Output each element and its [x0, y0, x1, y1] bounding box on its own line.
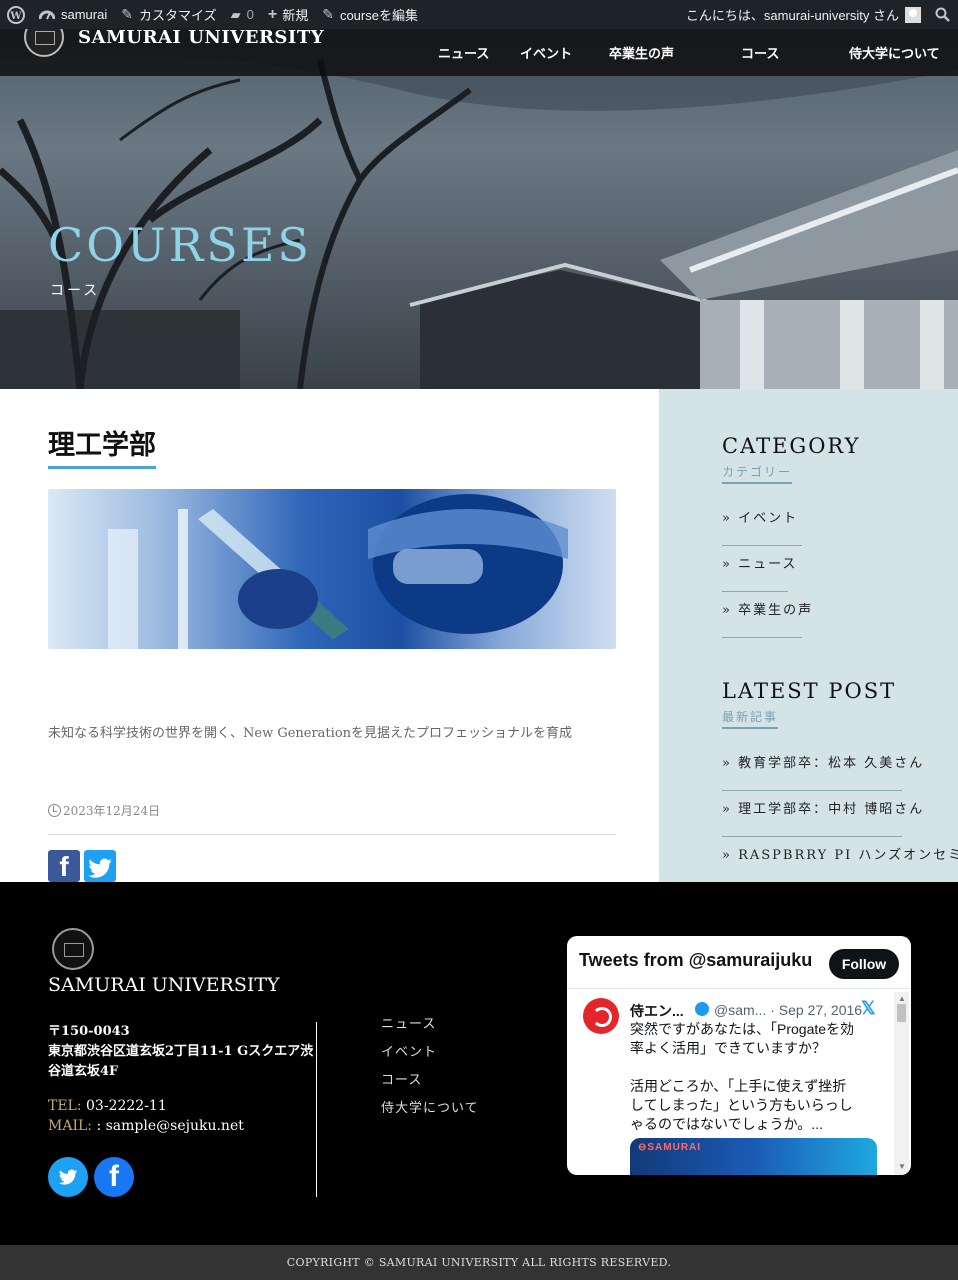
admin-new-label: 新規	[282, 8, 309, 23]
facebook-icon: f	[59, 851, 69, 882]
twitter-share-button[interactable]	[84, 850, 116, 882]
admin-edit-label: courseを編集	[339, 8, 418, 23]
search-icon	[935, 7, 950, 22]
copyright-bar: COPYRIGHT © SAMURAI UNIVERSITY ALL RIGHT…	[0, 1245, 958, 1280]
nav-item-label: コース	[741, 46, 780, 61]
scroll-down-icon[interactable]: ▼	[898, 1162, 906, 1171]
facebook-icon: f	[109, 1160, 119, 1193]
footer-address: 〒150-0043 東京都渋谷区道玄坂2丁目11-1 Gスクエア渋谷道玄坂4F	[48, 1022, 316, 1082]
admin-site-link[interactable]: samurai	[32, 0, 114, 29]
latest-post-subtitle: 最新記事	[722, 708, 779, 729]
comment-icon: ▰	[230, 6, 241, 22]
dashboard-icon	[39, 10, 55, 19]
admin-customize-link[interactable]: ✎ カスタマイズ	[114, 0, 223, 29]
tweet-author-avatar[interactable]	[583, 998, 619, 1034]
latest-post-link[interactable]: » 理工学部卒：中村 博昭さん	[722, 791, 922, 837]
nav-item-label: ニュース	[438, 46, 490, 61]
footer-postal-code: 〒150-0043	[48, 1024, 130, 1039]
twitter-follow-button[interactable]: Follow	[829, 949, 899, 979]
admin-comments-count: 0	[246, 7, 254, 22]
twitter-timeline-widget: Tweets from @samuraijuku Follow 侍エン... @…	[567, 936, 911, 1175]
divider	[48, 834, 616, 835]
footer-tel-label: TEL:	[48, 1098, 82, 1114]
footer-mail-value: : sample@sejuku.net	[92, 1118, 244, 1134]
footer-logo-emblem-icon	[52, 928, 94, 970]
twitter-widget-scrollbar[interactable]: ▲ ▼	[894, 992, 909, 1175]
category-link-event[interactable]: » イベント	[722, 500, 802, 546]
footer-mail: MAIL: : sample@sejuku.net	[48, 1118, 244, 1134]
tweet-text: 突然ですがあなたは、「Progateを効率よく活用」できていますか？ 活用どころ…	[630, 1021, 855, 1132]
article-date-text: 2023年12月24日	[63, 804, 161, 818]
category-link-graduates[interactable]: » 卒業生の声	[722, 592, 811, 638]
hero-subtitle: コース	[50, 282, 101, 298]
twitter-widget-header: Tweets from @samuraijuku	[579, 950, 813, 970]
verified-badge-icon	[695, 1002, 709, 1016]
divider	[567, 988, 911, 989]
category-link-news[interactable]: » ニュース	[722, 546, 795, 592]
footer-street-address: 東京都渋谷区道玄坂2丁目11-1 Gスクエア渋谷道玄坂4F	[48, 1044, 314, 1079]
admin-new-link[interactable]: + 新規	[261, 0, 315, 29]
latest-post-link[interactable]: » 教育学部卒：松本 久美さん	[722, 745, 922, 791]
article-date: 2023年12月24日	[48, 802, 160, 819]
clock-icon	[48, 804, 61, 817]
footer-tel: TEL: 03-2222-11	[48, 1098, 167, 1114]
footer-link-event[interactable]: イベント	[381, 1041, 479, 1069]
footer-facebook-button[interactable]: f	[94, 1157, 134, 1197]
article-title: 理工学部	[48, 423, 156, 469]
tweet-author-handle[interactable]: @sam... · Sep 27, 2016	[714, 1002, 862, 1018]
footer-logo-text: SAMURAI UNIVERSITY	[48, 974, 280, 996]
admin-search-button[interactable]	[928, 0, 958, 29]
nav-item-label: イベント	[520, 46, 573, 61]
footer-tel-value: 03-2222-11	[81, 1098, 167, 1114]
svg-text:W: W	[9, 11, 22, 22]
footer-link-courses[interactable]: コース	[381, 1069, 479, 1097]
footer-twitter-button[interactable]	[48, 1157, 88, 1197]
footer-nav: ニュース イベント コース 侍大学について	[381, 1013, 479, 1125]
admin-account-menu[interactable]: こんにちは、samurai-university さん	[679, 0, 928, 29]
category-title: CATEGORY	[722, 434, 861, 458]
footer-link-about[interactable]: 侍大学について	[381, 1097, 479, 1125]
admin-site-name: samurai	[61, 7, 108, 22]
admin-comments-link[interactable]: ▰ 0	[224, 0, 261, 29]
tweet-card-brand: ⊖SAMURAI	[638, 1142, 702, 1153]
avatar	[905, 6, 921, 23]
plus-icon: +	[267, 5, 278, 23]
wordpress-logo-icon[interactable]: W	[0, 0, 32, 29]
admin-greeting: こんにちは、samurai-university さん	[685, 8, 899, 23]
pencil-icon: ✎	[322, 6, 334, 22]
footer-mail-label: MAIL:	[48, 1118, 92, 1134]
admin-edit-link[interactable]: ✎ courseを編集	[315, 0, 425, 29]
wp-admin-bar: W samurai ✎ カスタマイズ ▰ 0 + 新規 ✎ courseを編集 …	[0, 0, 958, 29]
twitter-icon	[88, 858, 112, 878]
x-logo-icon[interactable]: 𝕏	[861, 998, 876, 1019]
admin-customize-label: カスタマイズ	[138, 8, 217, 23]
article-featured-image	[48, 489, 616, 649]
site-footer: SAMURAI UNIVERSITY 〒150-0043 東京都渋谷区道玄坂2丁…	[0, 882, 958, 1245]
article-content: 理工学部 未知なる科学技術の世界を開く、New Generationを見据えたプ…	[0, 389, 659, 882]
sidebar: CATEGORY カテゴリー » イベント » ニュース » 卒業生の声 LAT…	[659, 389, 958, 882]
share-buttons: f	[48, 850, 116, 882]
hero-title: COURSES	[48, 218, 312, 272]
twitter-icon	[58, 1169, 78, 1185]
facebook-share-button[interactable]: f	[48, 850, 80, 882]
footer-divider	[316, 1022, 317, 1197]
tweet-author-name[interactable]: 侍エン...	[630, 1001, 684, 1021]
scroll-up-icon[interactable]: ▲	[898, 994, 906, 1003]
footer-link-news[interactable]: ニュース	[381, 1013, 479, 1041]
footer-social-links: f	[48, 1157, 134, 1197]
article-description: 未知なる科学技術の世界を開く、New Generationを見据えたプロフェッシ…	[48, 726, 573, 741]
category-subtitle: カテゴリー	[722, 463, 793, 484]
tweet-media-card[interactable]: ⊖SAMURAI	[630, 1138, 877, 1175]
latest-post-title: LATEST POST	[722, 679, 897, 703]
brush-icon: ✎	[121, 6, 133, 22]
scrollbar-thumb[interactable]	[897, 1004, 906, 1022]
nav-item-label: 卒業生の声	[609, 46, 675, 61]
latest-post-link[interactable]: » RASPBRRY PI ハンズオンセミナー	[722, 837, 958, 882]
nav-item-label: 侍大学について	[849, 46, 940, 61]
